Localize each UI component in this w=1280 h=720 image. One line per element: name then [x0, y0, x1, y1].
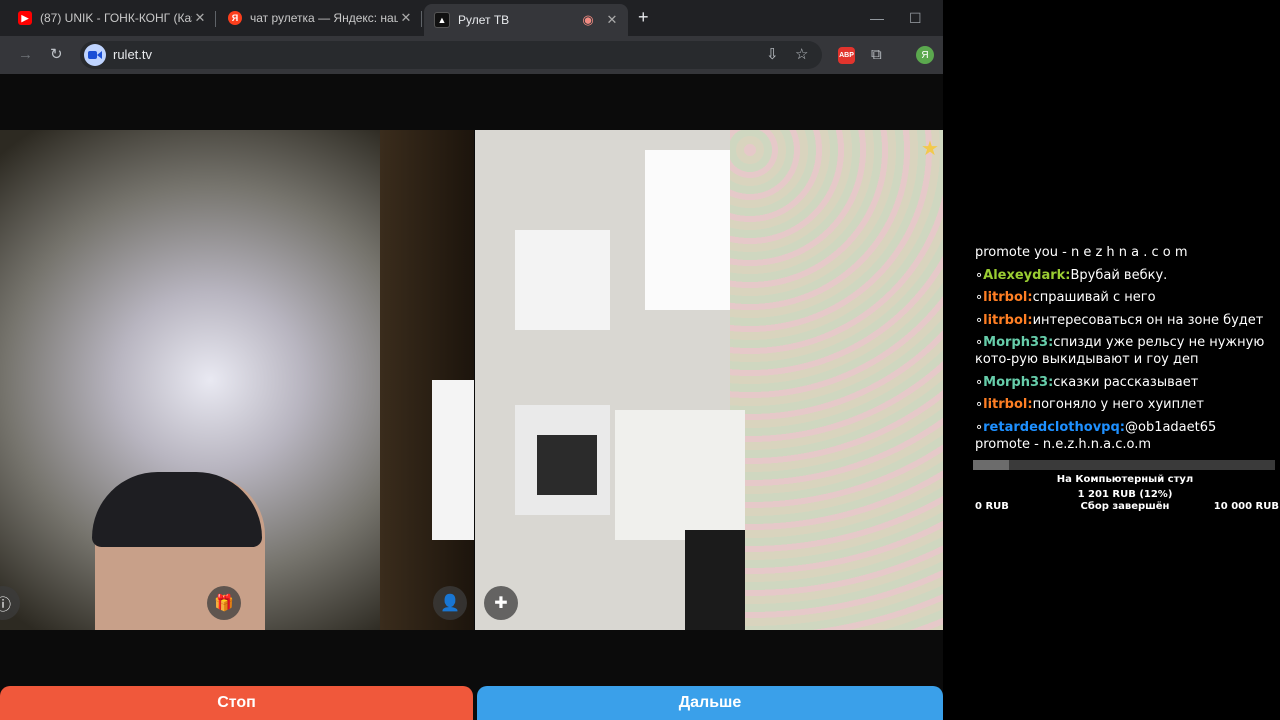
chat-message: ∘Morph33:спизди уже рельсу не нужную кот…: [975, 334, 1275, 368]
new-tab-button[interactable]: +: [638, 7, 649, 28]
youtube-icon: ▶: [18, 11, 32, 25]
chat-message: ∘litrbol:интересоваться он на зоне будет: [975, 312, 1275, 329]
kitchen-shelves: [645, 150, 730, 310]
chat-message: ∘litrbol:спрашивай с него: [975, 289, 1275, 306]
browser-window: ▶ (87) UNIK - ГОНК-КОНГ (Каза ✕ Я чат ру…: [0, 0, 943, 720]
tab-strip: ▶ (87) UNIK - ГОНК-КОНГ (Каза ✕ Я чат ру…: [0, 0, 943, 36]
info-icon[interactable]: ⓘ: [0, 586, 20, 620]
chat-message: ∘Alexeydark:Врубай вебку.: [975, 267, 1275, 284]
stream-chat: promote you - n e z h n a . c o m ∘Alexey…: [975, 244, 1275, 458]
extensions-icon[interactable]: ⧉: [871, 46, 882, 64]
next-button[interactable]: Дальше: [477, 686, 943, 720]
stop-button[interactable]: Стоп: [0, 686, 473, 720]
donation-title: На Компьютерный стул: [1056, 474, 1194, 485]
close-icon[interactable]: ✕: [604, 12, 620, 28]
bullet-icon: ∘: [975, 290, 984, 305]
chat-nick: Morph33:: [983, 335, 1054, 350]
profile-icon[interactable]: 👤: [433, 586, 467, 620]
bookmark-star-icon[interactable]: ☆: [795, 46, 808, 64]
bullet-icon: ∘: [975, 374, 984, 390]
chat-message: ∘retardedclothovpq:@ob1adaet65 promote -…: [975, 419, 1275, 453]
favorite-star-icon[interactable]: ★: [921, 136, 939, 161]
chat-message: ∘Morph33:сказки рассказывает: [975, 374, 1275, 391]
adblock-icon[interactable]: ABP: [838, 47, 855, 64]
profile-avatar[interactable]: Я: [916, 46, 934, 64]
recording-icon: ◉: [582, 12, 594, 27]
chat-nick: litrbol:: [983, 397, 1033, 412]
gift-icon[interactable]: 🎁: [207, 586, 241, 620]
chat-text: promote you - n e z h n a . c o m: [975, 245, 1188, 260]
reload-icon[interactable]: ↻: [50, 46, 63, 64]
own-camera-video: 🎁 ⓘ: [0, 130, 474, 630]
rulet-icon: ▲: [434, 12, 450, 28]
chat-text: интересоваться он на зоне будет: [1032, 312, 1264, 328]
kitchen-cabinet: [615, 410, 745, 540]
window-light: [432, 380, 474, 540]
address-bar[interactable]: rulet.tv ⇩ ☆: [80, 41, 822, 69]
forward-icon[interactable]: →: [18, 46, 33, 64]
donation-progress-fill: [973, 460, 1010, 470]
yandex-icon: Я: [228, 11, 242, 25]
url-text: rulet.tv: [113, 47, 153, 62]
stream-overlay: promote you - n e z h n a . c o m ∘Alexey…: [943, 0, 1280, 720]
bullet-icon: ∘: [975, 312, 984, 328]
minimize-button[interactable]: —: [870, 10, 884, 26]
chat-text: спрашивай с него: [1032, 290, 1156, 305]
chat-message: ∘litrbol:погоняло у него хуиплет: [975, 396, 1275, 413]
tab-title: чат рулетка — Яндекс: нашло: [250, 11, 398, 25]
chat-text: сказки рассказывает: [1053, 374, 1199, 390]
bullet-icon: ∘: [975, 419, 984, 435]
tab-youtube[interactable]: ▶ (87) UNIK - ГОНК-КОНГ (Каза ✕: [8, 4, 216, 32]
chair-back: [685, 530, 745, 630]
tab-rulet[interactable]: ▲ Рулет ТВ ◉ ✕: [424, 4, 628, 36]
tab-title: (87) UNIK - ГОНК-КОНГ (Каза: [40, 11, 192, 25]
tab-title: Рулет ТВ: [458, 13, 510, 27]
bullet-icon: ∘: [975, 267, 984, 283]
chat-nick: Morph33:: [983, 374, 1054, 390]
cooker-hood: [515, 230, 610, 330]
close-icon[interactable]: ✕: [192, 10, 208, 26]
bullet-icon: ∘: [975, 397, 984, 412]
rulet-page: 🎁 ⓘ 👤 ★ ✚ Стоп Дальше: [0, 74, 943, 720]
bullet-icon: ∘: [975, 335, 984, 350]
chat-text: Врубай вебку.: [1070, 267, 1168, 283]
chat-text: погоняло у него хуиплет: [1032, 397, 1204, 412]
chat-nick: Alexeydark:: [983, 267, 1071, 283]
donation-progress-bar: [973, 460, 1275, 470]
chat-nick: litrbol:: [983, 312, 1033, 328]
partner-video: ★: [475, 130, 943, 630]
site-info-icon[interactable]: [84, 44, 106, 66]
install-icon[interactable]: ⇩: [766, 46, 779, 64]
oven-door: [537, 435, 597, 495]
chat-nick: litrbol:: [983, 290, 1033, 305]
game-controller-icon[interactable]: ✚: [484, 586, 518, 620]
maximize-button[interactable]: ☐: [909, 10, 922, 27]
donation-raised: 1 201 RUB (12%): [1077, 489, 1173, 500]
tab-yandex[interactable]: Я чат рулетка — Яндекс: нашло ✕: [218, 4, 422, 32]
chat-nick: retardedclothovpq:: [983, 419, 1125, 435]
chat-message: promote you - n e z h n a . c o m: [975, 244, 1275, 261]
browser-toolbar: → ↻ rulet.tv ⇩ ☆ ABP ⧉ Я: [0, 36, 943, 74]
close-icon[interactable]: ✕: [398, 10, 414, 26]
donation-goal: 10 000 RUB: [1213, 501, 1279, 512]
floral-wallpaper: [730, 130, 943, 630]
